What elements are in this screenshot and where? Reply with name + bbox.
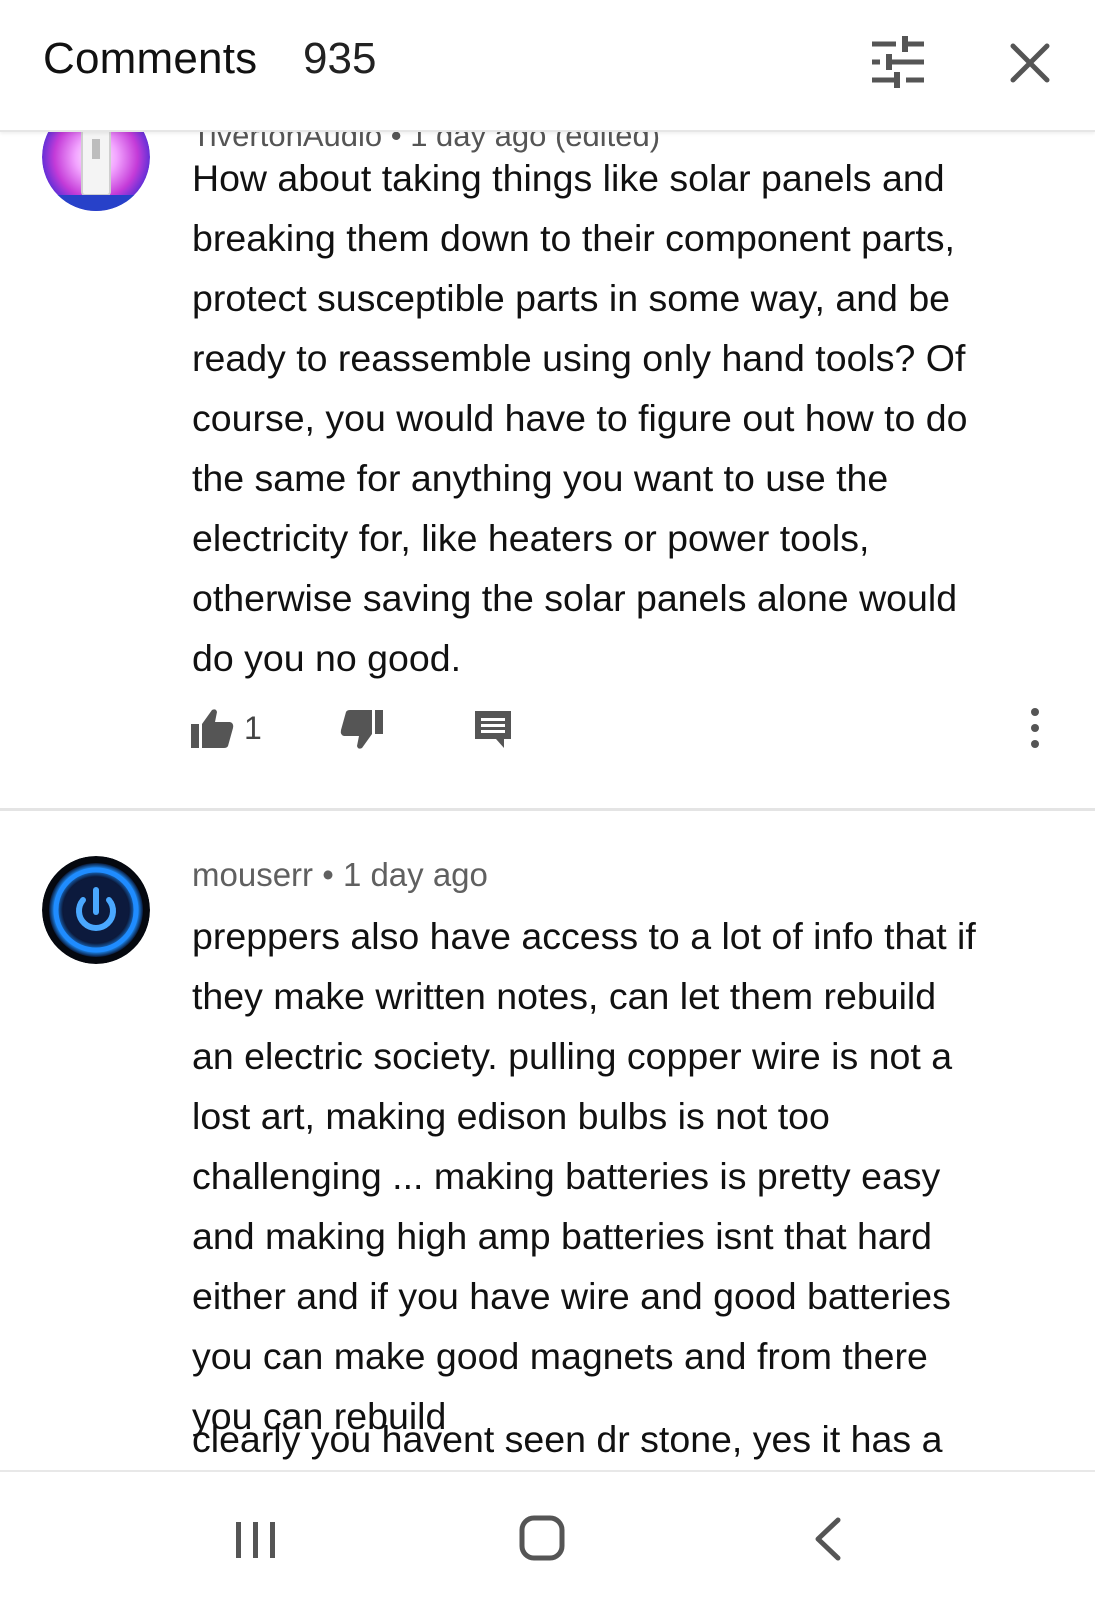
- home-icon[interactable]: [518, 1514, 566, 1562]
- close-icon[interactable]: [1005, 38, 1055, 88]
- back-icon[interactable]: [808, 1514, 848, 1564]
- thumbs-down-icon[interactable]: [340, 708, 384, 752]
- comment-author[interactable]: mouserr: [192, 856, 313, 893]
- meta-separator: •: [322, 856, 334, 893]
- like-count: 1: [244, 710, 262, 746]
- avatar[interactable]: [42, 130, 150, 211]
- comment-time: 1 day ago: [342, 856, 488, 893]
- comment-text: preppers also have access to a lot of in…: [192, 915, 976, 1437]
- comment-actions: 1: [190, 702, 1060, 758]
- comments-title: Comments: [43, 34, 258, 83]
- reply-icon[interactable]: [472, 708, 514, 750]
- comment-divider: [0, 808, 1095, 811]
- more-options-icon[interactable]: [1025, 706, 1045, 750]
- sliders-icon[interactable]: [870, 34, 926, 90]
- comment-text: How about taking things like solar panel…: [192, 157, 968, 679]
- comment-text-cutoff: clearly you havent seen dr stone, yes it…: [192, 1418, 943, 1460]
- comments-list[interactable]: TivertonAudio • 1 day ago (edited) How a…: [0, 130, 1095, 1470]
- recents-icon[interactable]: [232, 1516, 280, 1564]
- comments-header: Comments 935: [0, 0, 1095, 132]
- comments-count: 935: [303, 34, 377, 83]
- thumbs-up-icon[interactable]: [190, 706, 234, 750]
- system-nav-bar: [0, 1470, 1095, 1602]
- avatar[interactable]: [42, 856, 150, 964]
- comment-meta: mouserr • 1 day ago: [192, 856, 488, 894]
